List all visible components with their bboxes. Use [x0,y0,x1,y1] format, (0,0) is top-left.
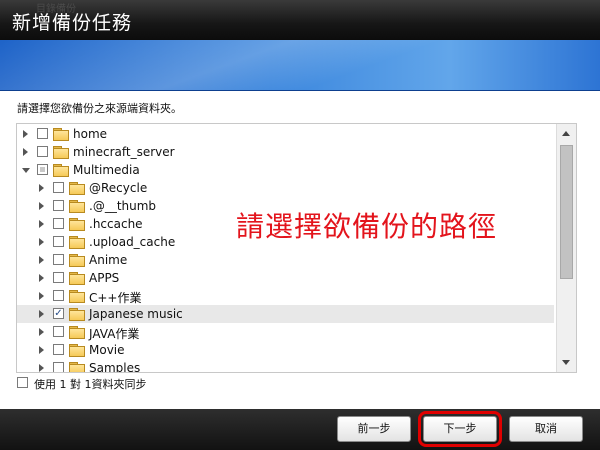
expand-right-arrow-icon[interactable] [39,292,44,300]
instruction-text: 請選擇您欲備份之來源端資料夾。 [17,102,182,115]
expand-right-arrow-icon[interactable] [39,364,44,372]
expand-right-arrow-icon[interactable] [39,274,44,282]
folder-checkbox[interactable] [53,200,64,211]
expand-right-arrow-icon[interactable] [39,220,44,228]
expand-right-arrow-icon[interactable] [39,256,44,264]
folder-checkbox[interactable] [53,344,64,355]
folder-label: JAVA作業 [89,327,140,341]
folder-checkbox[interactable] [53,218,64,229]
tree-row[interactable]: JAVA作業 [17,323,554,341]
folder-icon [69,344,85,357]
folder-icon [53,164,69,177]
tree-row[interactable]: Samples [17,359,554,373]
backup-wizard-dialog: 目錄備份 新增備份任務 請選擇您欲備份之來源端資料夾。 home minecraf… [0,0,600,450]
scrollbar-thumb[interactable] [560,145,573,279]
folder-icon [69,254,85,267]
scroll-down-arrow-icon[interactable] [562,360,570,365]
folder-label: Multimedia [73,163,140,177]
folder-icon [69,236,85,249]
tree-row[interactable]: Multimedia [17,161,554,179]
folder-icon [69,362,85,372]
folder-label: C++作業 [89,291,142,305]
folder-checkbox[interactable] [53,254,64,265]
folder-checkbox[interactable] [53,326,64,337]
tree-row[interactable]: home [17,125,554,143]
back-button[interactable]: 前一步 [337,416,411,442]
tree-row[interactable]: C++作業 [17,287,554,305]
folder-label: .@__thumb [89,199,157,213]
next-button[interactable]: 下一步 [418,411,502,447]
folder-label: home [73,127,108,141]
folder-checkbox[interactable] [53,362,64,372]
folder-icon [69,272,85,285]
sync-option-label: 使用 1 對 1資料夾同步 [34,378,147,391]
scroll-up-arrow-icon[interactable] [562,131,570,136]
folder-checkbox[interactable] [37,164,48,175]
expand-down-arrow-icon[interactable] [22,168,30,173]
folder-label: APPS [89,271,120,285]
folder-icon [69,290,85,303]
expand-right-arrow-icon[interactable] [39,346,44,354]
expand-right-arrow-icon[interactable] [39,202,44,210]
folder-checkbox[interactable] [53,182,64,193]
sync-checkbox[interactable] [17,377,28,388]
expand-right-arrow-icon[interactable] [39,184,44,192]
folder-icon [69,182,85,195]
folder-icon [69,200,85,213]
folder-checkbox[interactable]: ✓ [53,308,64,319]
folder-icon [69,326,85,339]
cancel-button[interactable]: 取消 [509,416,583,442]
folder-label: Anime [89,253,128,267]
folder-label: @Recycle [89,181,148,195]
folder-checkbox[interactable] [37,128,48,139]
expand-right-arrow-icon[interactable] [23,148,28,156]
tree-scrollbar[interactable] [556,124,576,372]
folder-label: Movie [89,343,125,357]
tree-row[interactable]: @Recycle [17,179,554,197]
tree-row[interactable]: minecraft_server [17,143,554,161]
title-bar: 目錄備份 新增備份任務 [0,0,600,40]
tree-row[interactable]: Movie [17,341,554,359]
folder-checkbox[interactable] [53,272,64,283]
folder-icon [53,146,69,159]
folder-label: Japanese music [89,307,183,321]
tree-row[interactable]: APPS [17,269,554,287]
expand-right-arrow-icon[interactable] [39,238,44,246]
folder-checkbox[interactable] [37,146,48,157]
tree-row[interactable]: ✓ Japanese music [17,305,554,323]
folder-label: .hccache [89,217,143,231]
folder-tree[interactable]: home minecraft_server Multimedia @Recycle .@… [16,123,577,373]
folder-label: minecraft_server [73,145,175,159]
folder-icon [69,308,85,321]
expand-right-arrow-icon[interactable] [39,310,44,318]
expand-right-arrow-icon[interactable] [23,130,28,138]
folder-checkbox[interactable] [53,236,64,247]
folder-icon [53,128,69,141]
header-banner [0,40,600,91]
folder-label: Samples [89,361,141,373]
expand-right-arrow-icon[interactable] [39,328,44,336]
folder-label: .upload_cache [89,235,176,249]
annotation-label: 請選擇欲備份的路徑 [236,210,498,243]
folder-checkbox[interactable] [53,290,64,301]
dialog-title: 新增備份任務 [12,12,133,34]
folder-icon [69,218,85,231]
tree-row[interactable]: Anime [17,251,554,269]
